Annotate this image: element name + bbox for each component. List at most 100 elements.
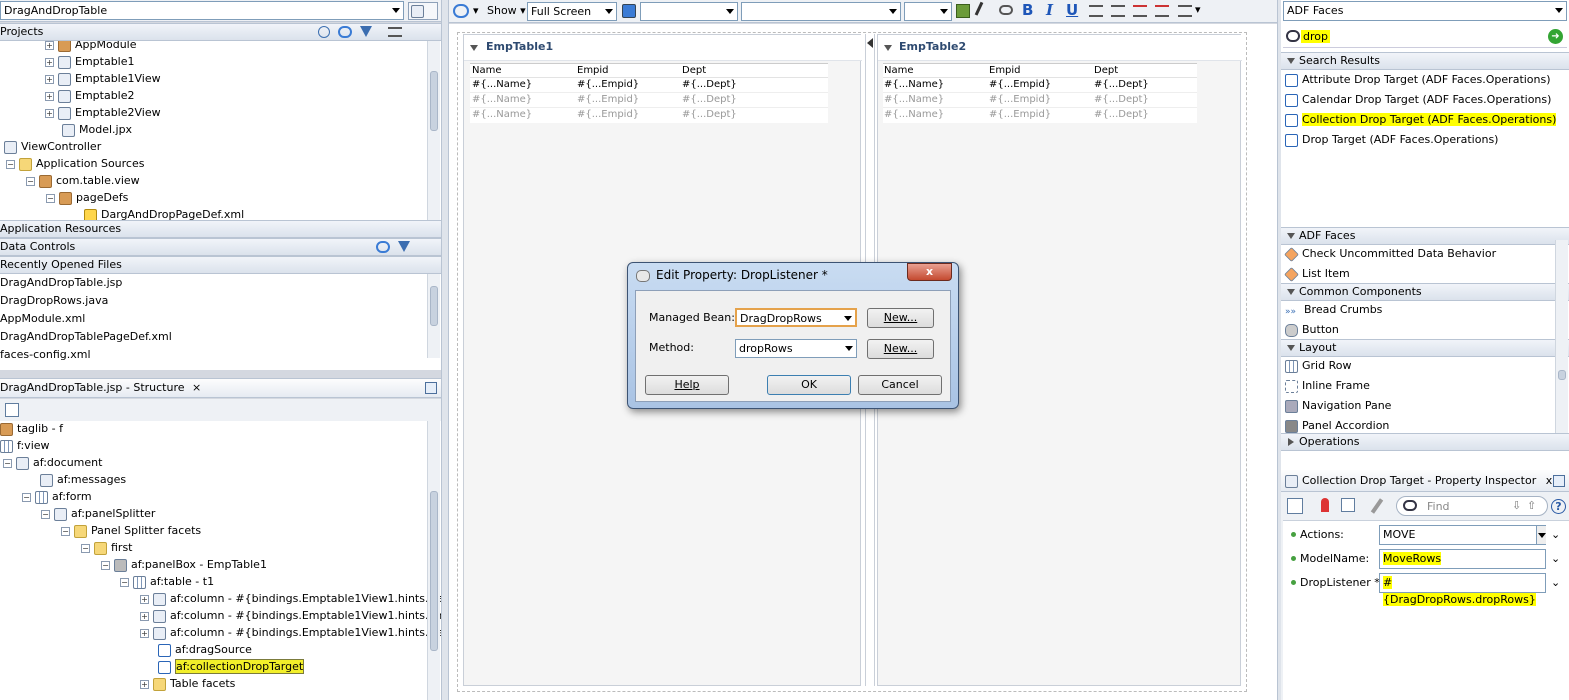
search-icon[interactable] xyxy=(318,26,330,38)
palette-item[interactable]: »» Bread Crumbs xyxy=(1285,301,1382,318)
search-results-header[interactable]: Search Results xyxy=(1281,52,1569,70)
outdent-icon[interactable] xyxy=(1133,5,1147,17)
find-field[interactable]: Find ⇩ ⇧ xyxy=(1396,496,1548,516)
scrollbar-thumb[interactable] xyxy=(430,286,438,326)
inspector-title-bar[interactable]: Collection Drop Target - Property Inspec… xyxy=(1281,470,1569,492)
disclosure-icon[interactable] xyxy=(884,45,892,51)
arrow-up-icon[interactable]: ⇧ xyxy=(1527,499,1536,512)
new-method-button[interactable]: New... xyxy=(867,339,934,359)
tree-node-com-table-view[interactable]: − com.table.view xyxy=(26,172,140,189)
font-family-combo[interactable] xyxy=(741,2,901,21)
table-row[interactable]: #{...Name} #{...Empid} #{...Dept} xyxy=(883,93,1197,108)
disclosure-icon[interactable] xyxy=(470,45,478,51)
scrollbar-thumb[interactable] xyxy=(430,491,438,651)
filter-icon[interactable] xyxy=(398,241,410,252)
managed-bean-combo[interactable]: DragDropRows xyxy=(735,308,857,327)
vertical-splitter[interactable] xyxy=(441,0,449,700)
help-button[interactable]: Help xyxy=(645,375,729,395)
table-row[interactable]: #{...Name} #{...Empid} #{...Dept} xyxy=(470,93,828,108)
structure-node[interactable]: + Table facets xyxy=(140,675,235,692)
palette-item[interactable]: Inline Frame xyxy=(1285,377,1370,394)
align-icon[interactable] xyxy=(1178,5,1192,17)
show-menu[interactable]: Show ▾ xyxy=(487,4,526,17)
structure-node[interactable]: + af:column - #{bindings.Emptable1View1.h… xyxy=(140,590,441,607)
palette-item[interactable]: Grid Row xyxy=(1285,357,1351,374)
table-row[interactable]: #{...Name} #{...Empid} #{...Dept} xyxy=(470,78,828,93)
column-header-name[interactable]: Name xyxy=(472,65,502,76)
operations-header[interactable]: Operations xyxy=(1281,433,1569,451)
skin-icon[interactable] xyxy=(622,4,636,18)
help-icon[interactable]: ? xyxy=(1551,499,1566,514)
structure-node[interactable]: f:view xyxy=(0,437,50,454)
minimize-icon[interactable] xyxy=(1553,475,1565,487)
method-combo[interactable]: dropRows xyxy=(735,339,857,358)
palette-scrollbar[interactable] xyxy=(1555,240,1568,433)
tree-node-emptable2[interactable]: + Emptable2 xyxy=(45,87,135,104)
tree-node-emptable1[interactable]: + Emptable1 xyxy=(45,53,135,70)
structure-node[interactable]: − af:table - t1 xyxy=(120,573,214,590)
droplistener-field[interactable]: #{DragDropRows.dropRows} xyxy=(1379,573,1546,606)
structure-node[interactable]: af:dragSource xyxy=(158,641,252,658)
column-header-empid[interactable]: Empid xyxy=(577,65,609,76)
recent-files-scrollbar[interactable] xyxy=(427,274,440,358)
tree-node-pagedef-xml[interactable]: DargAndDropPageDef.xml xyxy=(84,206,244,221)
recent-file-item[interactable]: AppModule.xml xyxy=(0,310,85,327)
bulleted-list-icon[interactable] xyxy=(1111,5,1125,17)
edit-icon[interactable] xyxy=(1341,498,1355,512)
link-icon[interactable] xyxy=(999,5,1013,15)
size-combo[interactable]: Full Screen Size xyxy=(527,2,617,35)
tree-node-application-sources[interactable]: − Application Sources xyxy=(6,155,144,172)
structure-node[interactable]: − af:panelBox - EmpTable1 xyxy=(101,556,267,573)
bold-icon[interactable]: B xyxy=(1022,1,1033,19)
chevron-down-icon[interactable]: ⌄ xyxy=(1551,528,1560,541)
palette-item-calendar-drop-target[interactable]: Calendar Drop Target (ADF Faces.Operatio… xyxy=(1285,91,1551,108)
scrollbar-thumb[interactable] xyxy=(430,71,438,131)
go-arrow-icon[interactable]: ➜ xyxy=(1548,29,1563,44)
refresh-icon[interactable] xyxy=(376,241,390,253)
application-resources-header[interactable]: Application Resources xyxy=(0,220,441,238)
navigator-menu-button[interactable] xyxy=(408,2,438,20)
refresh-icon[interactable] xyxy=(453,4,469,18)
dialog-close-button[interactable]: x xyxy=(907,263,952,281)
align-menu-arrow[interactable]: ▾ xyxy=(1195,3,1201,16)
ok-button[interactable]: OK xyxy=(767,375,851,395)
palette-item-collection-drop-target[interactable]: Collection Drop Target (ADF Faces.Operat… xyxy=(1285,111,1557,128)
structure-scrollbar[interactable] xyxy=(427,421,440,700)
palette-item[interactable]: Panel Accordion xyxy=(1285,417,1389,434)
palette-item-drop-target[interactable]: Drop Target (ADF Faces.Operations) xyxy=(1285,131,1498,148)
background-color-icon[interactable] xyxy=(956,4,970,18)
chevron-down-icon[interactable]: ⌄ xyxy=(1551,576,1560,589)
minimize-icon[interactable] xyxy=(425,382,437,394)
recent-file-item[interactable]: DragDropRows.java xyxy=(0,292,108,309)
tree-node-viewcontroller[interactable]: ViewController xyxy=(4,138,101,155)
underline-icon[interactable]: U xyxy=(1066,1,1078,19)
new-bean-button[interactable]: New... xyxy=(867,308,934,328)
tree-node-model-jpx[interactable]: Model.jpx xyxy=(62,121,132,138)
actions-combo[interactable]: MOVE xyxy=(1379,525,1546,545)
tree-node-emptable2view[interactable]: + Emptable2View xyxy=(45,104,161,121)
structure-node[interactable]: taglib - f xyxy=(0,421,63,437)
palette-item[interactable]: List Item xyxy=(1284,265,1350,282)
application-combo[interactable]: DragAndDropTable xyxy=(0,1,404,20)
structure-node[interactable]: + af:column - #{bindings.Emptable1View1.h… xyxy=(140,607,441,624)
chevron-down-icon[interactable]: ⌄ xyxy=(1551,552,1560,565)
combo-button[interactable] xyxy=(1536,526,1546,544)
refresh-menu-arrow[interactable]: ▾ xyxy=(473,4,479,17)
column-header-name[interactable]: Name xyxy=(884,65,914,76)
structure-node[interactable]: − af:document xyxy=(3,454,102,471)
filter-icon[interactable] xyxy=(360,26,372,37)
emptable1[interactable]: Name Empid Dept #{...Name} #{...Empid} #… xyxy=(470,63,828,123)
column-header-dept[interactable]: Dept xyxy=(682,65,706,76)
palette-item-attribute-drop-target[interactable]: Attribute Drop Target (ADF Faces.Operati… xyxy=(1285,71,1551,88)
pin-icon[interactable] xyxy=(1321,498,1329,512)
recent-file-item[interactable]: faces-config.xml xyxy=(0,346,91,363)
scrollbar-thumb[interactable] xyxy=(1558,370,1566,380)
adf-faces-header[interactable]: ADF Faces xyxy=(1281,227,1569,245)
find-input[interactable]: Find xyxy=(1427,500,1450,513)
numbered-list-icon[interactable] xyxy=(1089,5,1103,17)
edit-icon[interactable] xyxy=(5,403,19,417)
tree-node-emptable1view[interactable]: + Emptable1View xyxy=(45,70,161,87)
structure-node-selected[interactable]: af:collectionDropTarget xyxy=(158,658,305,675)
tree-node-pagedefs[interactable]: − pageDefs xyxy=(46,189,128,206)
palette-item[interactable]: Button xyxy=(1285,321,1339,338)
